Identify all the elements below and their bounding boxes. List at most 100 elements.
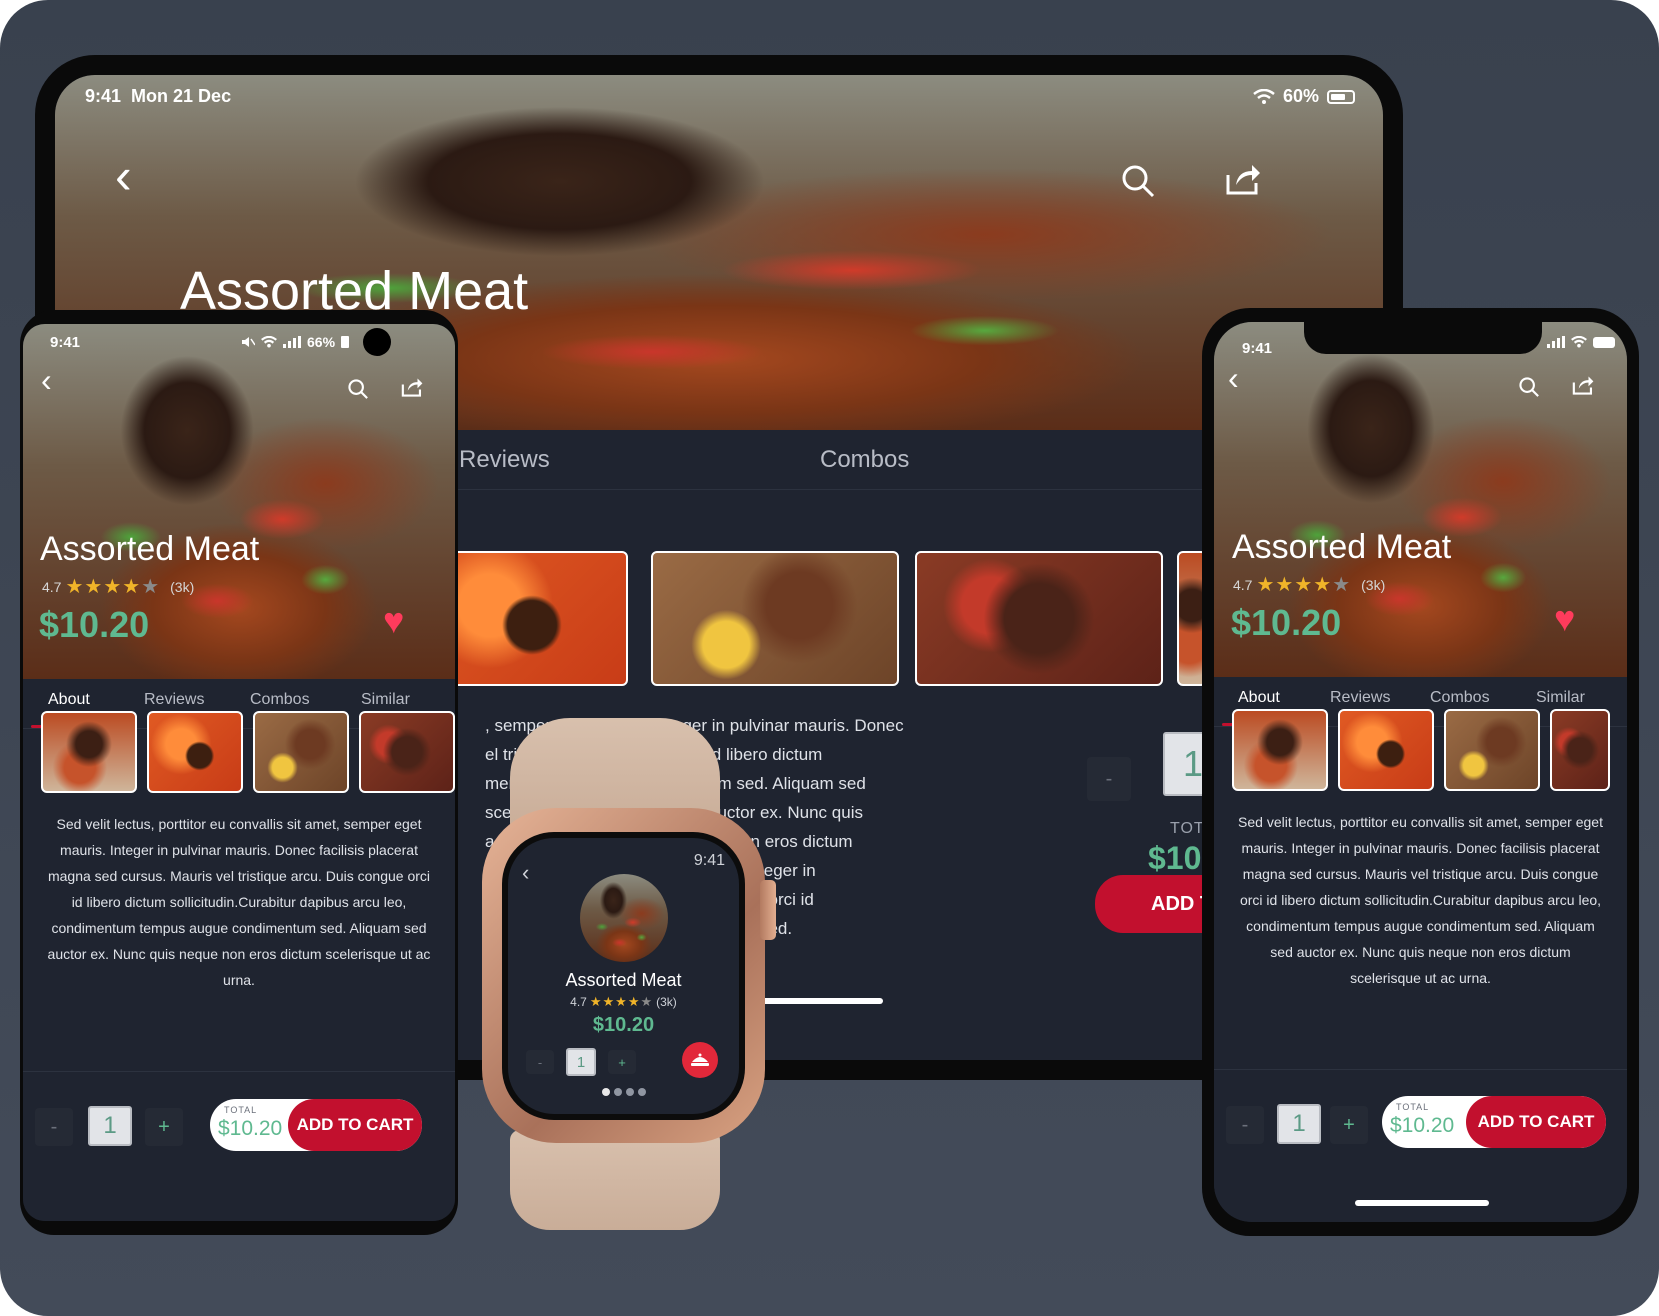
quantity-decrement-button[interactable]: - <box>1226 1106 1264 1144</box>
watch-screen: 9:41 ‹ Assorted Meat 4.7 ★★★★★ (3k) $10.… <box>508 838 739 1114</box>
product-price: $10.20 <box>1231 602 1342 643</box>
search-icon[interactable] <box>345 376 371 402</box>
add-to-cart-button[interactable]: ADD TO CART <box>1466 1096 1606 1148</box>
home-indicator[interactable] <box>1355 1200 1489 1206</box>
status-time: 9:41 <box>85 86 122 106</box>
battery-icon <box>341 336 350 348</box>
share-icon[interactable] <box>1570 372 1596 398</box>
bottom-cart-bar: - 1 + TOTAL $10.20 ADD TO CART <box>1214 1069 1627 1222</box>
android-screen: 9:41 66% ‹ Assorted Meat 4.7 ★★★★★ (3k) <box>23 324 455 1221</box>
tab-combos[interactable]: Combos <box>1430 689 1490 707</box>
tab-reviews[interactable]: Reviews <box>144 691 204 709</box>
share-icon[interactable] <box>1223 159 1263 199</box>
rating-row: 4.7 ★★★★★ (3k) <box>508 994 739 1010</box>
tab-about[interactable]: About <box>48 691 90 709</box>
tab-reviews[interactable]: Reviews <box>459 446 550 474</box>
status-bar-right: 66% <box>241 328 392 356</box>
iphone-device: 9:41 ‹ Assorted Meat 4.7 ★★★★★ (3k) $10.… <box>1202 308 1639 1236</box>
gallery-thumbnail[interactable] <box>1444 709 1540 791</box>
battery-icon <box>1593 336 1615 348</box>
battery-percent: 66% <box>307 334 336 350</box>
add-to-cart-button[interactable] <box>682 1042 718 1078</box>
product-title: Assorted Meat <box>565 970 682 990</box>
desc-line: um sed. Aliquam sed <box>708 774 866 793</box>
rating-value: 4.7 <box>42 578 62 595</box>
total-price: $10.20 <box>218 1117 283 1140</box>
star-icon: ★★★★★ <box>1256 574 1352 596</box>
mute-icon <box>242 337 255 347</box>
gallery-thumbnail[interactable] <box>651 551 899 686</box>
product-title: Assorted Meat <box>40 530 260 568</box>
back-icon[interactable]: ‹ <box>41 362 52 399</box>
rating-value: 4.7 <box>1233 576 1253 593</box>
rating-value: 4.7 <box>570 995 587 1009</box>
battery-percent: 60% <box>1282 86 1319 106</box>
gallery-thumbnail[interactable] <box>1232 709 1328 791</box>
gallery-thumbnail[interactable] <box>359 711 455 793</box>
share-icon[interactable] <box>399 374 425 400</box>
quantity-increment-button[interactable]: + <box>608 1050 636 1074</box>
page-dot[interactable] <box>637 1088 646 1096</box>
tab-similar[interactable]: Similar <box>1536 689 1585 707</box>
tab-combos[interactable]: Combos <box>820 446 909 474</box>
reviews-count: (3k) <box>656 995 677 1009</box>
search-icon[interactable] <box>1516 374 1542 400</box>
showcase-canvas: 9:41 Mon 21 Dec 60% ‹ Assorted Meat Revi… <box>0 0 1659 1316</box>
quantity-field[interactable]: 1 <box>566 1048 596 1076</box>
page-dot[interactable] <box>625 1088 634 1096</box>
back-icon[interactable]: ‹ <box>522 860 529 886</box>
quantity-field[interactable]: 1 <box>1277 1104 1321 1144</box>
watch-digital-crown[interactable] <box>760 880 776 940</box>
status-time: 9:41 <box>50 334 81 351</box>
cart-summary-pill: TOTAL $10.20 ADD TO CART <box>1382 1096 1606 1148</box>
tab-similar[interactable]: Similar <box>361 691 410 709</box>
add-to-cart-button[interactable]: ADD TO CART <box>288 1099 422 1151</box>
gallery-thumbnail[interactable] <box>1338 709 1434 791</box>
cart-icon <box>691 1053 709 1066</box>
gallery-thumbnail[interactable] <box>147 711 243 793</box>
gallery-thumbnail[interactable] <box>1550 709 1610 791</box>
tablet-status-right: 60% <box>1253 86 1355 107</box>
wifi-icon <box>1571 336 1587 348</box>
tablet-status-time: 9:41 Mon 21 Dec <box>85 86 231 107</box>
wifi-icon <box>1253 88 1275 104</box>
reviews-count: (3k) <box>170 578 195 595</box>
page-indicator <box>508 1088 739 1096</box>
quantity-increment-button[interactable]: + <box>1330 1106 1368 1144</box>
product-image <box>580 874 668 962</box>
gallery-thumbnail[interactable] <box>41 711 137 793</box>
tab-about[interactable]: About <box>1238 689 1280 707</box>
heart-icon[interactable]: ♥ <box>383 600 404 642</box>
quantity-increment-button[interactable]: + <box>145 1108 183 1146</box>
search-icon[interactable] <box>1118 161 1158 201</box>
watch-band-bottom <box>510 1130 720 1230</box>
rating-row: 4.7 ★★★★★ (3k) <box>42 574 194 599</box>
gallery-thumbnail[interactable] <box>915 551 1163 686</box>
signal-icon <box>283 336 301 348</box>
page-dot[interactable] <box>601 1088 610 1096</box>
total-price: $10.20 <box>1390 1114 1455 1137</box>
tab-combos[interactable]: Combos <box>250 691 310 709</box>
signal-icon <box>1547 336 1565 348</box>
page-dot[interactable] <box>613 1088 622 1096</box>
product-price: $10.20 <box>39 604 150 645</box>
gallery-thumbnail[interactable] <box>253 711 349 793</box>
cart-summary-pill: TOTAL $10.20 ADD TO CART <box>210 1099 422 1151</box>
android-phone-device: 9:41 66% ‹ Assorted Meat 4.7 ★★★★★ (3k) <box>20 310 458 1235</box>
quantity-decrement-button[interactable]: - <box>526 1050 554 1074</box>
quantity-field[interactable]: 1 <box>88 1106 132 1146</box>
rating-row: 4.7 ★★★★★ (3k) <box>1233 572 1385 597</box>
back-icon[interactable]: ‹ <box>115 147 132 205</box>
quantity-decrement-button[interactable]: - <box>1087 757 1131 801</box>
product-description: Sed velit lectus, porttitor eu convallis… <box>1238 814 1603 986</box>
wifi-icon <box>261 336 277 348</box>
status-date: Mon 21 Dec <box>131 86 232 106</box>
heart-icon[interactable]: ♥ <box>1554 598 1575 640</box>
desc-line: auctor ex. Nunc quis <box>708 803 863 822</box>
tab-reviews[interactable]: Reviews <box>1330 689 1390 707</box>
back-icon[interactable]: ‹ <box>1228 360 1239 397</box>
quantity-decrement-button[interactable]: - <box>35 1108 73 1146</box>
product-description: Sed velit lectus, porttitor eu convallis… <box>47 816 431 988</box>
iphone-screen: 9:41 ‹ Assorted Meat 4.7 ★★★★★ (3k) $10.… <box>1214 322 1627 1222</box>
product-title: Assorted Meat <box>1232 528 1452 566</box>
